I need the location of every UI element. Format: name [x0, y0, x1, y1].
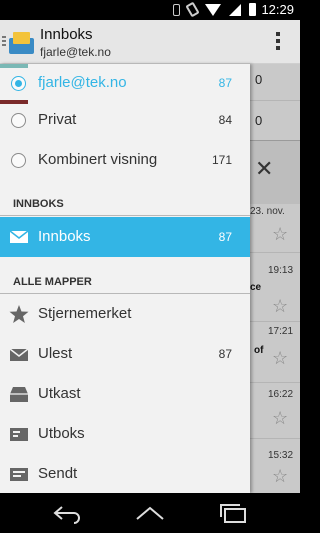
mail-app-icon[interactable] — [9, 30, 34, 54]
account-subtitle: fjarle@tek.no — [40, 45, 111, 59]
account-label: fjarle@tek.no — [38, 74, 127, 91]
folder-label: Stjernemerket — [38, 305, 132, 322]
battery-icon — [249, 3, 256, 16]
action-bar: Innboks fjarle@tek.no — [0, 20, 300, 64]
folder-label: Innboks — [38, 228, 91, 245]
folder-label: Utkast — [38, 385, 81, 402]
folder-label: Utboks — [38, 425, 85, 442]
unread-count: 84 — [218, 113, 232, 127]
radio-button[interactable] — [11, 76, 26, 91]
outbox-icon — [10, 428, 28, 441]
account-label: Kombinert visning — [38, 151, 158, 168]
background-count: 0 — [255, 72, 263, 87]
message-date: 15:32 — [268, 450, 294, 461]
folder-item-ulest[interactable]: Ulest 87 — [0, 334, 250, 374]
status-bar: 12:29 — [0, 0, 300, 20]
star-icon[interactable]: ☆ — [272, 224, 288, 245]
message-date: 17:21 — [268, 326, 294, 337]
message-date: 23. nov. — [250, 206, 285, 217]
radio-button[interactable] — [11, 153, 26, 168]
navigation-drawer: fjarle@tek.no 87 Privat 84 Kombinert vis… — [0, 64, 250, 493]
account-item-kombinert[interactable]: Kombinert visning 171 — [0, 141, 250, 181]
overflow-menu-icon[interactable] — [276, 32, 280, 53]
star-icon[interactable]: ☆ — [272, 296, 288, 317]
folder-label: Ulest — [38, 345, 73, 362]
open-envelope-icon — [9, 348, 29, 361]
account-label: Privat — [38, 111, 77, 128]
section-header-label: INNBOKS — [13, 198, 64, 210]
account-item-fjarle[interactable]: fjarle@tek.no 87 — [0, 64, 250, 104]
star-icon[interactable]: ☆ — [272, 348, 288, 369]
account-color-top — [0, 64, 28, 68]
message-date: 16:22 — [268, 389, 294, 400]
section-header-all-folders: ALLE MAPPER — [0, 266, 250, 294]
message-snippet: ce — [250, 282, 262, 293]
system-navigation-bar — [0, 493, 300, 533]
home-icon[interactable] — [133, 501, 167, 525]
page-title: Innboks — [40, 26, 93, 43]
signal-icon — [229, 3, 241, 16]
unread-count: 87 — [218, 347, 232, 361]
folder-item-sendt[interactable]: Sendt — [0, 454, 250, 493]
section-header-inbox: INNBOKS — [0, 188, 250, 216]
folder-item-stjernemerket[interactable]: Stjernemerket — [0, 294, 250, 334]
close-icon[interactable]: ✕ — [255, 156, 273, 182]
folder-label: Sendt — [38, 465, 78, 482]
status-time: 12:29 — [261, 2, 294, 17]
star-icon[interactable]: ☆ — [272, 408, 288, 429]
section-header-label: ALLE MAPPER — [13, 276, 92, 288]
recent-apps-icon[interactable] — [216, 501, 250, 525]
sent-icon — [10, 468, 28, 481]
unread-count: 171 — [211, 153, 232, 167]
account-item-privat[interactable]: Privat 84 — [0, 101, 250, 141]
bluetooth-icon — [173, 3, 180, 16]
vibrate-icon — [185, 1, 200, 18]
background-count: 0 — [255, 113, 263, 128]
star-icon — [9, 305, 29, 323]
draft-icon — [10, 387, 28, 402]
back-icon[interactable] — [50, 501, 84, 525]
folder-item-utkast[interactable]: Utkast — [0, 374, 250, 414]
folder-item-utboks[interactable]: Utboks — [0, 414, 250, 454]
unread-count: 87 — [218, 76, 232, 90]
background-message-list: 0 0 ✕ 23. nov. ☆ 19:13 ce ☆ 17:21 of ☆ 1… — [250, 64, 300, 493]
unread-count: 87 — [218, 230, 232, 244]
message-snippet: of — [254, 345, 264, 356]
radio-button[interactable] — [11, 113, 26, 128]
wifi-icon — [205, 3, 221, 16]
star-icon[interactable]: ☆ — [272, 466, 288, 487]
drawer-indicator-icon[interactable] — [2, 36, 6, 48]
message-date: 19:13 — [268, 265, 294, 276]
envelope-icon — [9, 230, 29, 243]
folder-item-innboks[interactable]: Innboks 87 — [0, 217, 250, 257]
